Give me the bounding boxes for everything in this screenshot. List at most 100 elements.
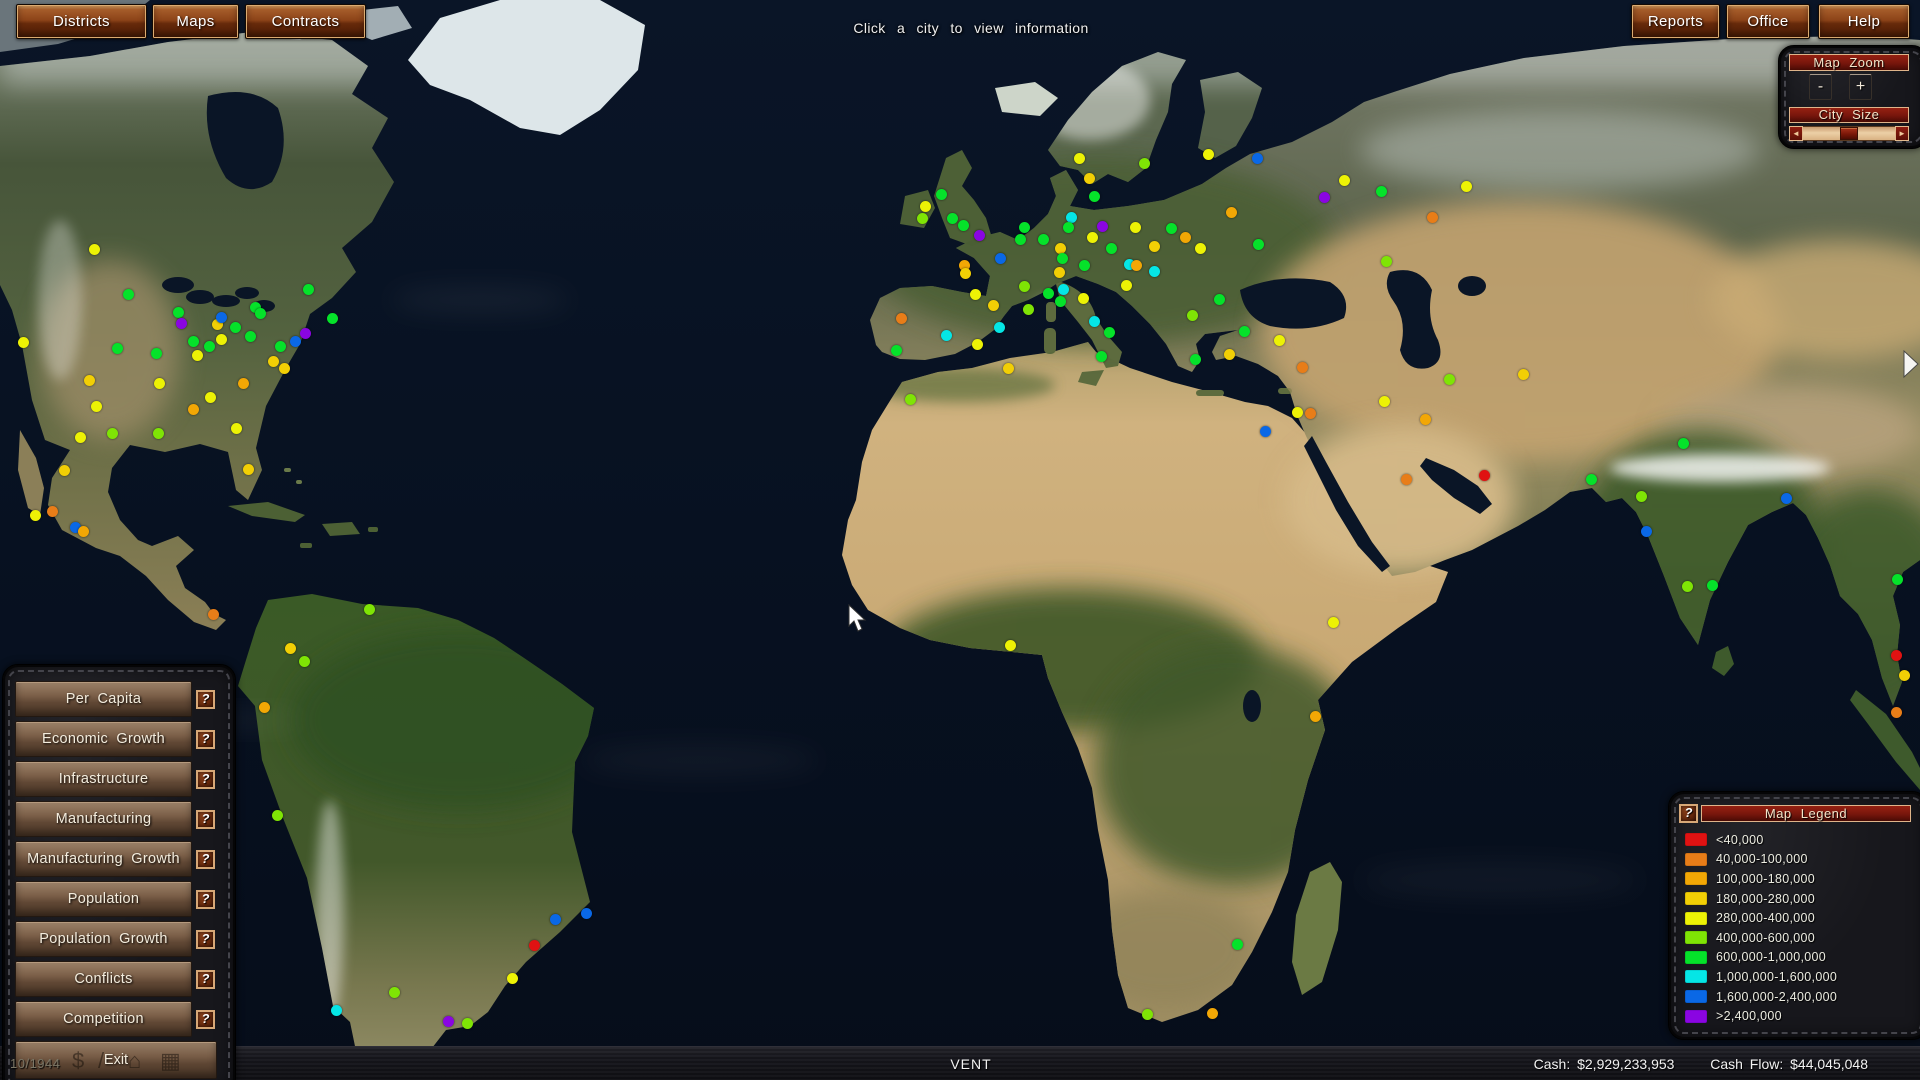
city-dot[interactable] xyxy=(1180,232,1191,243)
city-dot[interactable] xyxy=(1379,396,1390,407)
city-dot[interactable] xyxy=(59,465,70,476)
city-dot[interactable] xyxy=(1892,574,1903,585)
sidebar-item-manufacturing[interactable]: Manufacturing xyxy=(15,801,192,837)
sidebar-item-competition[interactable]: Competition xyxy=(15,1001,192,1037)
city-dot[interactable] xyxy=(112,343,123,354)
city-dot[interactable] xyxy=(529,940,540,951)
city-dot[interactable] xyxy=(960,268,971,279)
city-dot[interactable] xyxy=(151,348,162,359)
city-dot[interactable] xyxy=(1074,153,1085,164)
maps-button[interactable]: Maps xyxy=(152,4,239,39)
city-size-slider-thumb[interactable] xyxy=(1840,127,1858,140)
city-dot[interactable] xyxy=(1104,327,1115,338)
city-dot[interactable] xyxy=(173,307,184,318)
city-dot[interactable] xyxy=(1781,493,1792,504)
city-dot[interactable] xyxy=(1005,640,1016,651)
city-dot[interactable] xyxy=(268,356,279,367)
reports-button[interactable]: Reports xyxy=(1631,4,1720,39)
city-dot[interactable] xyxy=(1586,474,1597,485)
city-dot[interactable] xyxy=(1084,173,1095,184)
city-dot[interactable] xyxy=(153,428,164,439)
city-dot[interactable] xyxy=(30,510,41,521)
city-dot[interactable] xyxy=(300,328,311,339)
world-map[interactable] xyxy=(0,0,1920,1080)
city-dot[interactable] xyxy=(941,330,952,341)
city-dot[interactable] xyxy=(1058,284,1069,295)
city-dot[interactable] xyxy=(1328,617,1339,628)
city-dot[interactable] xyxy=(905,394,916,405)
city-dot[interactable] xyxy=(1121,280,1132,291)
city-dot[interactable] xyxy=(1139,158,1150,169)
city-dot[interactable] xyxy=(1310,711,1321,722)
sidebar-item-conflicts[interactable]: Conflicts xyxy=(15,961,192,997)
city-dot[interactable] xyxy=(231,423,242,434)
city-dot[interactable] xyxy=(958,220,969,231)
city-dot[interactable] xyxy=(1019,222,1030,233)
city-dot[interactable] xyxy=(1003,363,1014,374)
city-dot[interactable] xyxy=(1203,149,1214,160)
city-dot[interactable] xyxy=(255,308,266,319)
city-dot[interactable] xyxy=(1319,192,1330,203)
sidebar-item-infrastructure[interactable]: Infrastructure xyxy=(15,761,192,797)
city-dot[interactable] xyxy=(1253,239,1264,250)
city-dot[interactable] xyxy=(1224,349,1235,360)
city-dot[interactable] xyxy=(279,363,290,374)
help-icon[interactable]: ? xyxy=(196,730,215,749)
slider-right-arrow-icon[interactable]: ► xyxy=(1895,126,1909,141)
office-button[interactable]: Office xyxy=(1726,4,1810,39)
city-dot[interactable] xyxy=(154,378,165,389)
city-dot[interactable] xyxy=(1066,212,1077,223)
city-dot[interactable] xyxy=(443,1016,454,1027)
districts-button[interactable]: Districts xyxy=(16,4,147,39)
city-dot[interactable] xyxy=(204,341,215,352)
city-dot[interactable] xyxy=(1292,407,1303,418)
city-dot[interactable] xyxy=(1305,408,1316,419)
city-dot[interactable] xyxy=(47,506,58,517)
city-dot[interactable] xyxy=(1190,354,1201,365)
city-dot[interactable] xyxy=(1226,207,1237,218)
city-dot[interactable] xyxy=(238,378,249,389)
city-dot[interactable] xyxy=(1274,335,1285,346)
help-button[interactable]: Help xyxy=(1818,4,1910,39)
city-dot[interactable] xyxy=(84,375,95,386)
city-dot[interactable] xyxy=(1195,243,1206,254)
city-dot[interactable] xyxy=(285,643,296,654)
city-dot[interactable] xyxy=(1055,296,1066,307)
city-dot[interactable] xyxy=(1682,581,1693,592)
city-dot[interactable] xyxy=(974,230,985,241)
city-dot[interactable] xyxy=(303,284,314,295)
city-dot[interactable] xyxy=(1097,221,1108,232)
city-dot[interactable] xyxy=(1142,1009,1153,1020)
city-dot[interactable] xyxy=(75,432,86,443)
city-dot[interactable] xyxy=(970,289,981,300)
city-dot[interactable] xyxy=(581,908,592,919)
city-dot[interactable] xyxy=(1043,288,1054,299)
city-dot[interactable] xyxy=(1641,526,1652,537)
city-dot[interactable] xyxy=(1444,374,1455,385)
city-dot[interactable] xyxy=(972,339,983,350)
city-dot[interactable] xyxy=(1057,253,1068,264)
city-dot[interactable] xyxy=(1063,222,1074,233)
city-dot[interactable] xyxy=(78,526,89,537)
city-dot[interactable] xyxy=(1214,294,1225,305)
city-dot[interactable] xyxy=(1239,326,1250,337)
city-dot[interactable] xyxy=(1149,266,1160,277)
city-dot[interactable] xyxy=(1461,181,1472,192)
contracts-button[interactable]: Contracts xyxy=(245,4,366,39)
city-dot[interactable] xyxy=(988,300,999,311)
sidebar-item-population-growth[interactable]: Population Growth xyxy=(15,921,192,957)
city-dot[interactable] xyxy=(462,1018,473,1029)
help-icon[interactable]: ? xyxy=(196,1010,215,1029)
sidebar-item-economic-growth[interactable]: Economic Growth xyxy=(15,721,192,757)
help-icon[interactable]: ? xyxy=(196,690,215,709)
city-dot[interactable] xyxy=(1381,256,1392,267)
city-dot[interactable] xyxy=(1420,414,1431,425)
city-dot[interactable] xyxy=(1297,362,1308,373)
city-dot[interactable] xyxy=(1055,243,1066,254)
city-dot[interactable] xyxy=(216,312,227,323)
city-dot[interactable] xyxy=(995,253,1006,264)
city-dot[interactable] xyxy=(1015,234,1026,245)
city-dot[interactable] xyxy=(550,914,561,925)
city-dot[interactable] xyxy=(91,401,102,412)
city-dot[interactable] xyxy=(1339,175,1350,186)
